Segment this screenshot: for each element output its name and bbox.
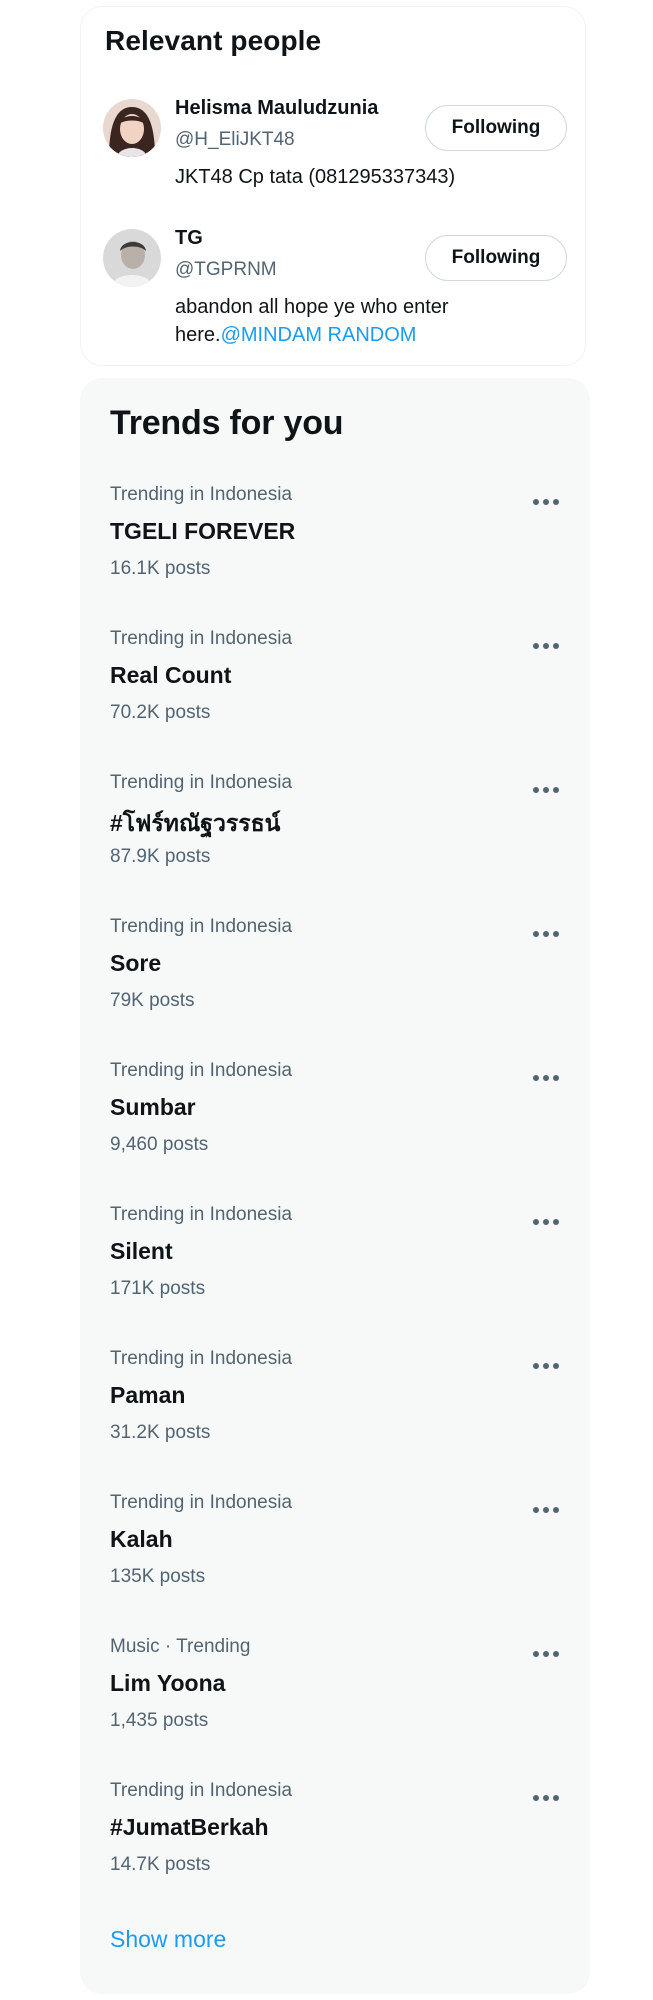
trend-name: Kalah — [110, 1526, 173, 1552]
more-options-button[interactable] — [528, 1354, 564, 1378]
more-horizontal-icon — [533, 643, 559, 649]
trend-item[interactable]: Trending in Indonesia Sore 79K posts — [110, 916, 570, 1056]
trend-name: Sumbar — [110, 1094, 196, 1120]
trend-item[interactable]: Trending in Indonesia #JumatBerkah 14.7K p… — [110, 1780, 570, 1920]
trend-context: Music · Trending — [110, 1636, 251, 1657]
trend-post-count: 14.7K posts — [110, 1854, 211, 1875]
more-horizontal-icon — [533, 1795, 559, 1801]
person-name[interactable]: Helisma Mauludzunia — [175, 97, 378, 120]
more-horizontal-icon — [533, 1219, 559, 1225]
trend-item[interactable]: Trending in Indonesia TGELI FOREVER 16.1K … — [110, 484, 570, 624]
more-options-button[interactable] — [528, 1210, 564, 1234]
trend-post-count: 9,460 posts — [110, 1134, 209, 1155]
more-options-button[interactable] — [528, 778, 564, 802]
person-handle[interactable]: @H_EliJKT48 — [175, 129, 295, 151]
trend-context: Trending in Indonesia — [110, 1060, 293, 1081]
page: Relevant people Helisma Mauludzunia @H_E… — [0, 0, 653, 2000]
avatar-image — [103, 99, 161, 157]
avatar[interactable] — [103, 99, 161, 157]
trend-post-count: 1,435 posts — [110, 1710, 209, 1731]
more-options-button[interactable] — [528, 634, 564, 658]
trend-name: TGELI FOREVER — [110, 518, 296, 544]
trend-item[interactable]: Trending in Indonesia Paman 31.2K posts — [110, 1348, 570, 1488]
trend-post-count: 16.1K posts — [110, 558, 211, 579]
trend-context: Trending in Indonesia — [110, 1204, 293, 1225]
relevant-people-title: Relevant people — [105, 25, 322, 56]
trend-post-count: 31.2K posts — [110, 1422, 211, 1443]
more-horizontal-icon — [533, 931, 559, 937]
trend-name: Real Count — [110, 662, 232, 688]
more-options-button[interactable] — [528, 490, 564, 514]
trends-card: Trends for you Trending in Indonesia TGEL… — [80, 378, 590, 1994]
avatar-image — [103, 229, 161, 287]
trend-context: Trending in Indonesia — [110, 1348, 293, 1369]
trend-item[interactable]: Music · Trending Lim Yoona 1,435 posts — [110, 1636, 570, 1776]
trend-context: Trending in Indonesia — [110, 628, 293, 649]
trend-post-count: 87.9K posts — [110, 846, 211, 867]
more-horizontal-icon — [533, 1507, 559, 1513]
trend-context: Trending in Indonesia — [110, 772, 293, 793]
trend-context: Trending in Indonesia — [110, 916, 293, 937]
trend-name: Paman — [110, 1382, 186, 1408]
trend-context: Trending in Indonesia — [110, 1492, 293, 1513]
trend-item[interactable]: Trending in Indonesia Kalah 135K posts — [110, 1492, 570, 1632]
trend-item[interactable]: Trending in Indonesia Silent 171K posts — [110, 1204, 570, 1344]
trend-name: #JumatBerkah — [110, 1814, 269, 1840]
bio-mention-link[interactable]: @MINDAM RANDOM — [221, 324, 417, 346]
trend-name: Lim Yoona — [110, 1670, 226, 1696]
trends-title: Trends for you — [110, 404, 344, 442]
show-more-link[interactable]: Show more — [110, 1926, 226, 1953]
more-options-button[interactable] — [528, 1498, 564, 1522]
trend-context: Trending in Indonesia — [110, 484, 293, 505]
trend-context: Trending in Indonesia — [110, 1780, 293, 1801]
trend-post-count: 171K posts — [110, 1278, 206, 1299]
avatar[interactable] — [103, 229, 161, 287]
following-button[interactable]: Following — [425, 105, 567, 151]
person-bio: abandon all hope ye who enter here.@MIND… — [175, 293, 505, 349]
person-bio-text: JKT48 Cp tata (081295337343) — [175, 166, 456, 188]
following-button[interactable]: Following — [425, 235, 567, 281]
trend-post-count: 135K posts — [110, 1566, 206, 1587]
trend-item[interactable]: Trending in Indonesia #โฟร์ทณัฐวรรธน์ 87.9… — [110, 772, 570, 912]
more-options-button[interactable] — [528, 1642, 564, 1666]
relevant-people-card: Relevant people Helisma Mauludzunia @H_E… — [80, 6, 586, 366]
more-options-button[interactable] — [528, 1786, 564, 1810]
trend-item[interactable]: Trending in Indonesia Real Count 70.2K pos… — [110, 628, 570, 768]
trend-name: Silent — [110, 1238, 173, 1264]
person-handle[interactable]: @TGPRNM — [175, 259, 277, 281]
trend-name: Sore — [110, 950, 162, 976]
more-horizontal-icon — [533, 787, 559, 793]
person-name[interactable]: TG — [175, 227, 203, 250]
trend-post-count: 70.2K posts — [110, 702, 211, 723]
more-horizontal-icon — [533, 1651, 559, 1657]
more-horizontal-icon — [533, 1075, 559, 1081]
more-options-button[interactable] — [528, 1066, 564, 1090]
trend-item[interactable]: Trending in Indonesia Sumbar 9,460 posts — [110, 1060, 570, 1200]
more-horizontal-icon — [533, 1363, 559, 1369]
trend-name: #โฟร์ทณัฐวรรธน์ — [110, 810, 281, 836]
more-horizontal-icon — [533, 499, 559, 505]
person-bio: JKT48 Cp tata (081295337343) — [175, 163, 505, 191]
trend-post-count: 79K posts — [110, 990, 195, 1011]
more-options-button[interactable] — [528, 922, 564, 946]
